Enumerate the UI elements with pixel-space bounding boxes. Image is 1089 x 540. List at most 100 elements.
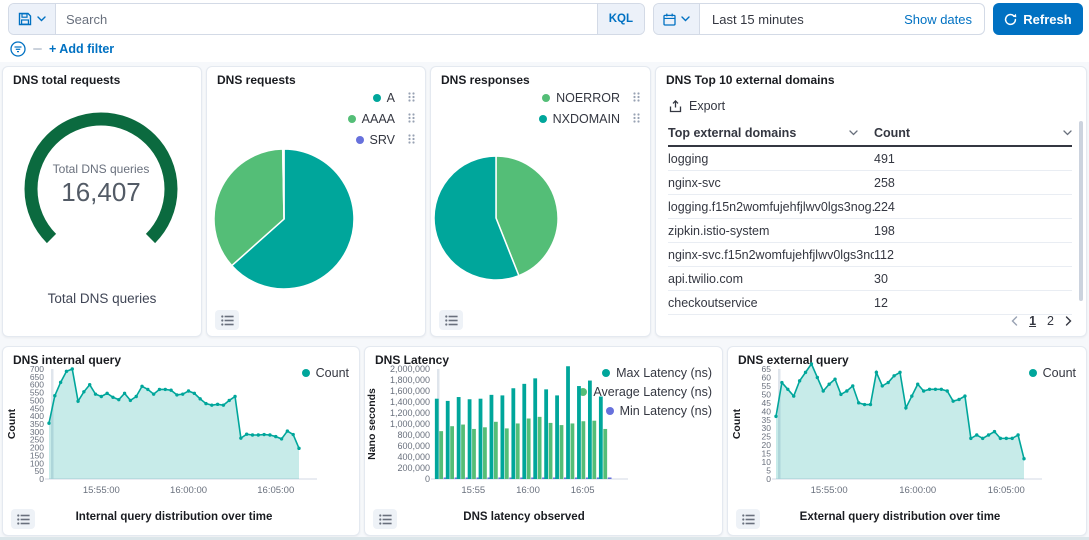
pie-chart[interactable] bbox=[431, 83, 652, 329]
bar-max-latency-ns-[interactable] bbox=[490, 395, 494, 479]
data-point[interactable] bbox=[881, 384, 884, 387]
data-point[interactable] bbox=[146, 388, 149, 391]
data-point[interactable] bbox=[228, 399, 231, 402]
bar-max-latency-ns-[interactable] bbox=[588, 381, 592, 479]
bar-max-latency-ns-[interactable] bbox=[555, 395, 559, 479]
data-point[interactable] bbox=[875, 371, 878, 374]
panel-options-button[interactable] bbox=[11, 509, 35, 529]
panel-options-button[interactable] bbox=[439, 310, 463, 330]
data-point[interactable] bbox=[117, 398, 120, 401]
data-point[interactable] bbox=[262, 433, 265, 436]
data-point[interactable] bbox=[981, 437, 984, 440]
filter-icon[interactable] bbox=[10, 41, 26, 57]
bar-average-latency-ns-[interactable] bbox=[439, 431, 443, 479]
data-point[interactable] bbox=[158, 388, 161, 391]
bar-max-latency-ns-[interactable] bbox=[544, 389, 548, 479]
data-point[interactable] bbox=[957, 398, 960, 401]
data-point[interactable] bbox=[946, 389, 949, 392]
bar-average-latency-ns-[interactable] bbox=[538, 417, 542, 479]
data-point[interactable] bbox=[786, 388, 789, 391]
data-point[interactable] bbox=[187, 389, 190, 392]
column-header-count[interactable]: Count bbox=[874, 126, 1072, 140]
data-point[interactable] bbox=[904, 406, 907, 409]
bar-max-latency-ns-[interactable] bbox=[457, 397, 461, 479]
data-point[interactable] bbox=[245, 433, 248, 436]
bar-max-latency-ns-[interactable] bbox=[500, 395, 504, 479]
time-range-label[interactable]: Last 15 minutes bbox=[700, 12, 904, 27]
export-button[interactable]: Export bbox=[669, 99, 725, 113]
data-point[interactable] bbox=[869, 403, 872, 406]
data-point[interactable] bbox=[198, 397, 201, 400]
bar-min-latency-ns-[interactable] bbox=[608, 478, 612, 480]
gauge-chart[interactable]: Total DNS queries 16,407 bbox=[3, 101, 203, 286]
data-point[interactable] bbox=[140, 385, 143, 388]
table-row[interactable]: api.twilio.com30 bbox=[668, 267, 1072, 291]
data-point[interactable] bbox=[297, 447, 300, 450]
data-point[interactable] bbox=[251, 433, 254, 436]
data-point[interactable] bbox=[210, 403, 213, 406]
data-point[interactable] bbox=[833, 377, 836, 380]
data-point[interactable] bbox=[280, 437, 283, 440]
refresh-button[interactable]: Refresh bbox=[993, 3, 1083, 35]
data-point[interactable] bbox=[53, 394, 56, 397]
data-point[interactable] bbox=[129, 399, 132, 402]
bar-average-latency-ns-[interactable] bbox=[505, 428, 509, 479]
bar-max-latency-ns-[interactable] bbox=[446, 401, 450, 479]
bar-max-latency-ns-[interactable] bbox=[577, 386, 581, 479]
data-point[interactable] bbox=[999, 437, 1002, 440]
bar-average-latency-ns-[interactable] bbox=[483, 427, 487, 479]
data-point[interactable] bbox=[816, 376, 819, 379]
data-point[interactable] bbox=[822, 389, 825, 392]
bar-max-latency-ns-[interactable] bbox=[599, 397, 603, 480]
search-input[interactable] bbox=[56, 4, 597, 34]
bar-average-latency-ns-[interactable] bbox=[549, 423, 553, 479]
bar-average-latency-ns-[interactable] bbox=[450, 426, 454, 479]
table-row[interactable]: logging.f15n2womfujehfjlwv0lgs3nog....22… bbox=[668, 195, 1072, 219]
table-row[interactable]: logging491 bbox=[668, 147, 1072, 171]
data-point[interactable] bbox=[233, 395, 236, 398]
data-point[interactable] bbox=[100, 395, 103, 398]
data-point[interactable] bbox=[111, 396, 114, 399]
data-point[interactable] bbox=[82, 390, 85, 393]
add-filter-button[interactable]: + Add filter bbox=[49, 42, 114, 56]
data-point[interactable] bbox=[257, 433, 260, 436]
data-point[interactable] bbox=[291, 433, 294, 436]
data-point[interactable] bbox=[76, 400, 79, 403]
data-point[interactable] bbox=[274, 435, 277, 438]
data-point[interactable] bbox=[88, 383, 91, 386]
data-point[interactable] bbox=[222, 403, 225, 406]
table-row[interactable]: nginx-svc.f15n2womfujehfjlwv0lgs3no...11… bbox=[668, 243, 1072, 267]
bar-max-latency-ns-[interactable] bbox=[522, 384, 526, 479]
data-point[interactable] bbox=[804, 371, 807, 374]
data-point[interactable] bbox=[940, 388, 943, 391]
area-chart[interactable]: 0510152025303540455055606515:55:0016:00:… bbox=[728, 361, 1088, 513]
data-point[interactable] bbox=[169, 389, 172, 392]
data-point[interactable] bbox=[845, 389, 848, 392]
bar-average-latency-ns-[interactable] bbox=[560, 425, 564, 479]
column-header-domains[interactable]: Top external domains bbox=[668, 126, 874, 140]
bar-max-latency-ns-[interactable] bbox=[533, 378, 537, 479]
table-scrollbar[interactable] bbox=[1079, 121, 1083, 301]
bar-max-latency-ns-[interactable] bbox=[468, 399, 472, 479]
bar-average-latency-ns-[interactable] bbox=[603, 429, 607, 479]
data-point[interactable] bbox=[898, 371, 901, 374]
data-point[interactable] bbox=[886, 381, 889, 384]
saved-query-menu-button[interactable] bbox=[9, 4, 56, 34]
data-point[interactable] bbox=[175, 393, 178, 396]
data-point[interactable] bbox=[827, 383, 830, 386]
data-point[interactable] bbox=[239, 436, 242, 439]
bar-average-latency-ns-[interactable] bbox=[461, 425, 465, 479]
data-point[interactable] bbox=[987, 433, 990, 436]
data-point[interactable] bbox=[105, 392, 108, 395]
data-point[interactable] bbox=[851, 384, 854, 387]
bar-average-latency-ns-[interactable] bbox=[472, 429, 476, 479]
data-point[interactable] bbox=[94, 392, 97, 395]
data-point[interactable] bbox=[792, 394, 795, 397]
data-point[interactable] bbox=[916, 383, 919, 386]
data-point[interactable] bbox=[286, 429, 289, 432]
data-point[interactable] bbox=[774, 415, 777, 418]
data-point[interactable] bbox=[993, 430, 996, 433]
data-point[interactable] bbox=[1016, 433, 1019, 436]
date-quick-select-button[interactable] bbox=[654, 4, 700, 34]
data-point[interactable] bbox=[810, 362, 813, 365]
